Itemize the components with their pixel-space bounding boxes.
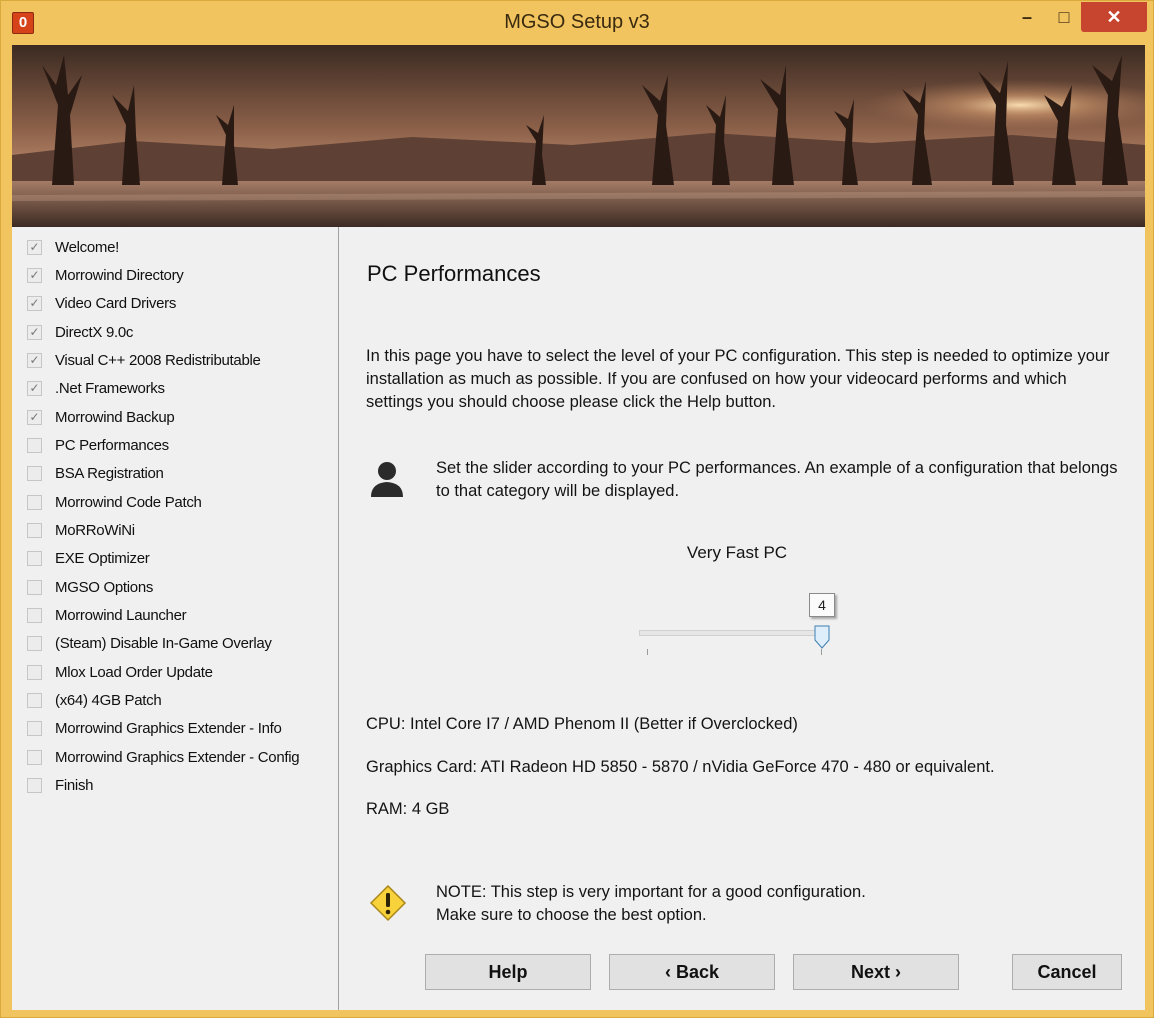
slider-thumb[interactable] (814, 625, 830, 649)
step-label: EXE Optimizer (55, 549, 150, 567)
window-title: MGSO Setup v3 (504, 11, 650, 33)
step-checkbox (27, 494, 42, 510)
step-label: MGSO Options (55, 578, 154, 596)
step-checkbox (27, 522, 42, 538)
step-visual-cpp: ✓ Visual C++ 2008 Redistributable (27, 349, 261, 371)
help-button[interactable]: Help (425, 954, 591, 990)
step-mlox-update: Mlox Load Order Update (27, 661, 213, 683)
step-bsa-registration: BSA Registration (27, 462, 164, 484)
performance-level-label: Very Fast PC (686, 543, 788, 562)
step-checkbox (27, 437, 42, 453)
gpu-spec: Graphics Card: ATI Radeon HD 5850 - 5870… (366, 758, 995, 776)
step-net-frameworks: ✓ .Net Frameworks (27, 377, 165, 399)
step-label: (Steam) Disable In-Game Overlay (55, 634, 272, 652)
step-finish: Finish (27, 774, 94, 796)
step-video-card-drivers: ✓ Video Card Drivers (27, 292, 176, 314)
intro-text: In this page you have to select the leve… (366, 347, 1110, 411)
title-bar[interactable]: 0 MGSO Setup v3 – □ ✕ (1, 1, 1153, 45)
step-morrowind-directory: ✓ Morrowind Directory (27, 264, 184, 286)
main-panel: PC Performances In this page you have to… (339, 227, 1145, 1010)
step-4gb-patch: (x64) 4GB Patch (27, 689, 162, 711)
note-line: Make sure to choose the best option. (436, 906, 707, 924)
step-label: Welcome! (55, 238, 120, 256)
step-checkbox (27, 749, 42, 765)
step-code-patch: Morrowind Code Patch (27, 491, 202, 513)
step-checkbox (27, 664, 42, 680)
step-mge-config: Morrowind Graphics Extender - Config (27, 746, 300, 768)
close-button[interactable]: ✕ (1081, 2, 1147, 32)
step-check-icon: ✓ (27, 267, 42, 283)
cpu-spec: CPU: Intel Core I7 / AMD Phenom II (Bett… (366, 715, 798, 733)
step-check-icon: ✓ (27, 239, 42, 255)
step-label: MoRRoWiNi (55, 521, 135, 539)
step-label: .Net Frameworks (55, 379, 165, 397)
step-label: Morrowind Launcher (55, 606, 187, 624)
step-label: Finish (55, 776, 94, 794)
banner-landscape-image (12, 45, 1145, 227)
performance-slider[interactable]: 4 (629, 590, 849, 660)
step-label: (x64) 4GB Patch (55, 691, 162, 709)
step-morrowini: MoRRoWiNi (27, 519, 135, 541)
slider-value-tooltip: 4 (809, 593, 835, 617)
step-pc-performances: PC Performances (27, 434, 169, 456)
step-label: PC Performances (55, 436, 169, 454)
slider-hint: Set the slider according to your PC perf… (436, 459, 1118, 500)
ram-spec: RAM: 4 GB (366, 800, 450, 818)
warning-icon (369, 884, 407, 922)
step-welcome: ✓ Welcome! (27, 236, 119, 258)
step-check-icon: ✓ (27, 409, 42, 425)
steps-sidebar: ✓ Welcome! ✓ Morrowind Directory ✓ Video… (12, 227, 339, 1010)
cancel-button[interactable]: Cancel (1012, 954, 1122, 990)
slider-track[interactable] (639, 630, 821, 636)
step-checkbox (27, 607, 42, 623)
note-text: NOTE: This step is very important for a … (436, 881, 1126, 927)
note-line: NOTE: This step is very important for a … (436, 883, 866, 901)
step-checkbox (27, 635, 42, 651)
minimize-button[interactable]: – (1007, 2, 1047, 32)
page-title: PC Performances (367, 261, 541, 286)
step-morrowind-launcher: Morrowind Launcher (27, 604, 187, 626)
back-button[interactable]: ‹ Back (609, 954, 775, 990)
step-directx: ✓ DirectX 9.0c (27, 321, 133, 343)
setup-window: 0 MGSO Setup v3 – □ ✕ ✓ Welcome! ✓ Morro… (0, 0, 1154, 1018)
step-label: Morrowind Directory (55, 266, 184, 284)
step-checkbox (27, 692, 42, 708)
step-steam-overlay: (Steam) Disable In-Game Overlay (27, 632, 272, 654)
client-area: ✓ Welcome! ✓ Morrowind Directory ✓ Video… (12, 227, 1145, 1010)
user-icon (371, 462, 403, 497)
step-label: Morrowind Graphics Extender - Config (55, 748, 300, 766)
step-exe-optimizer: EXE Optimizer (27, 547, 150, 569)
maximize-button[interactable]: □ (1047, 2, 1081, 32)
step-check-icon: ✓ (27, 324, 42, 340)
slider-tick (821, 649, 822, 655)
next-button[interactable]: Next › (793, 954, 959, 990)
step-label: BSA Registration (55, 464, 164, 482)
step-label: Video Card Drivers (55, 294, 177, 312)
step-checkbox (27, 579, 42, 595)
step-mgso-options: MGSO Options (27, 576, 153, 598)
step-label: Morrowind Backup (55, 408, 175, 426)
step-label: Morrowind Code Patch (55, 493, 202, 511)
slider-tick (647, 649, 648, 655)
step-label: DirectX 9.0c (55, 323, 134, 341)
step-checkbox (27, 550, 42, 566)
step-label: Morrowind Graphics Extender - Info (55, 719, 282, 737)
step-checkbox (27, 465, 42, 481)
step-label: Visual C++ 2008 Redistributable (55, 351, 261, 369)
step-checkbox (27, 720, 42, 736)
step-checkbox (27, 777, 42, 793)
step-label: Mlox Load Order Update (55, 663, 213, 681)
step-check-icon: ✓ (27, 380, 42, 396)
step-morrowind-backup: ✓ Morrowind Backup (27, 406, 175, 428)
step-mge-info: Morrowind Graphics Extender - Info (27, 717, 282, 739)
step-check-icon: ✓ (27, 295, 42, 311)
step-check-icon: ✓ (27, 352, 42, 368)
header-banner (12, 45, 1145, 227)
